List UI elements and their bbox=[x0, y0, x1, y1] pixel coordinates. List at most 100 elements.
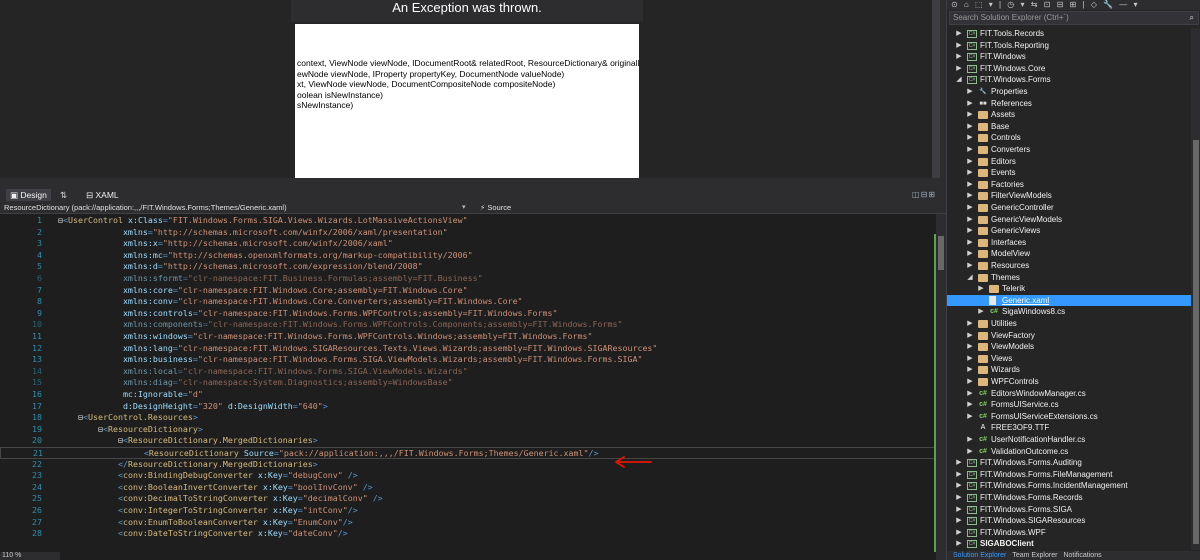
split-layout-icon[interactable]: ◫⊟⊞ bbox=[912, 190, 936, 199]
designer-scrollbar[interactable] bbox=[932, 0, 940, 178]
code-line[interactable]: 9 xmlns:controls="clr-namespace:FIT.Wind… bbox=[0, 308, 936, 320]
tree-node[interactable]: ▶ C# FIT.Windows.Forms.Auditing bbox=[947, 457, 1191, 469]
code-line[interactable]: 20 ⊟<ResourceDictionary.MergedDictionari… bbox=[0, 435, 936, 447]
collapsed-arrow-icon[interactable]: ▶ bbox=[966, 248, 974, 260]
collapsed-arrow-icon[interactable]: ▶ bbox=[966, 202, 974, 214]
code-line[interactable]: 16 mc:Ignorable="d" bbox=[0, 389, 936, 401]
tree-node[interactable]: ▶ Events bbox=[947, 167, 1191, 179]
zoom-level[interactable]: 110 % bbox=[0, 552, 60, 560]
collapsed-arrow-icon[interactable]: ▶ bbox=[966, 109, 974, 121]
tree-node[interactable]: ▶ c# FormsUIServiceExtensions.cs bbox=[947, 411, 1191, 423]
code-line[interactable]: 22 </ResourceDictionary.MergedDictionari… bbox=[0, 459, 936, 471]
code-line[interactable]: 23 <conv:BindingDebugConverter x:Key="de… bbox=[0, 470, 936, 482]
collapsed-arrow-icon[interactable]: ▶ bbox=[966, 330, 974, 342]
explorer-tab[interactable]: Team Explorer bbox=[1012, 552, 1057, 559]
tab-xaml[interactable]: ⊟ XAML bbox=[82, 189, 123, 201]
code-line[interactable]: 6 xmlns:sformt="clr-namespace:FIT.Busine… bbox=[0, 273, 936, 285]
expanded-arrow-icon[interactable]: ◢ bbox=[955, 74, 963, 86]
tree-node[interactable]: Generic.xaml bbox=[947, 294, 1191, 307]
tree-node[interactable]: ▶ Assets bbox=[947, 109, 1191, 121]
code-line[interactable]: 10 xmlns:components="clr-namespace:FIT.W… bbox=[0, 319, 936, 331]
tree-node[interactable]: ▶ Telerik bbox=[947, 283, 1191, 295]
collapsed-arrow-icon[interactable]: ▶ bbox=[955, 515, 963, 527]
tree-node[interactable]: ▶ FilterViewModels bbox=[947, 190, 1191, 202]
collapsed-arrow-icon[interactable]: ▶ bbox=[977, 283, 985, 295]
tree-node[interactable]: ▶ c# ValidationOutcome.cs bbox=[947, 446, 1191, 458]
tab-design[interactable]: ▣ Design bbox=[6, 189, 51, 201]
code-line[interactable]: 28 <conv:DateToStringConverter x:Key="da… bbox=[0, 528, 936, 540]
code-line-current[interactable]: 21 <ResourceDictionary Source="pack://ap… bbox=[0, 447, 936, 459]
tree-node[interactable]: ▶ C# FIT.Windows.Forms.FileManagement bbox=[947, 469, 1191, 481]
code-line[interactable]: 7 xmlns:core="clr-namespace:FIT.Windows.… bbox=[0, 285, 936, 297]
collapsed-arrow-icon[interactable]: ▶ bbox=[966, 179, 974, 191]
collapsed-arrow-icon[interactable]: ▶ bbox=[966, 399, 974, 411]
collapsed-arrow-icon[interactable]: ▶ bbox=[955, 63, 963, 75]
code-line[interactable]: 11 xmlns:windows="clr-namespace:FIT.Wind… bbox=[0, 331, 936, 343]
collapsed-arrow-icon[interactable]: ▶ bbox=[966, 86, 974, 98]
code-line[interactable]: 3 xmlns:x="http://schemas.microsoft.com/… bbox=[0, 238, 936, 250]
code-line[interactable]: 4 xmlns:mc="http://schemas.openxmlformat… bbox=[0, 250, 936, 262]
code-line[interactable]: 24 <conv:BooleanInvertConverter x:Key="b… bbox=[0, 482, 936, 494]
collapsed-arrow-icon[interactable]: ▶ bbox=[955, 28, 963, 40]
collapsed-arrow-icon[interactable]: ▶ bbox=[955, 457, 963, 469]
collapsed-arrow-icon[interactable]: ▶ bbox=[966, 364, 974, 376]
collapsed-arrow-icon[interactable]: ▶ bbox=[955, 40, 963, 52]
collapsed-arrow-icon[interactable]: ▶ bbox=[966, 121, 974, 133]
tree-node[interactable]: ▶ c# UserNotificationHandler.cs bbox=[947, 434, 1191, 446]
code-line[interactable]: 8 xmlns:conv="clr-namespace:FIT.Windows.… bbox=[0, 296, 936, 308]
tree-node[interactable]: ▶ c# SigaWindows8.cs bbox=[947, 306, 1191, 318]
xaml-code-editor[interactable]: 1 ⊟<UserControl x:Class="FIT.Windows.Form… bbox=[0, 214, 946, 560]
tree-node[interactable]: ▶ C# FIT.Windows.Forms.IncidentManagement bbox=[947, 480, 1191, 492]
collapsed-arrow-icon[interactable]: ▶ bbox=[966, 434, 974, 446]
collapsed-arrow-icon[interactable]: ▶ bbox=[966, 388, 974, 400]
code-line[interactable]: 18 ⊟<UserControl.Resources> bbox=[0, 412, 936, 424]
collapsed-arrow-icon[interactable]: ▶ bbox=[955, 492, 963, 504]
collapsed-arrow-icon[interactable]: ▶ bbox=[966, 260, 974, 272]
tree-node[interactable]: ▶ ModelView bbox=[947, 248, 1191, 260]
tree-node[interactable]: ▶ GenericViewModels bbox=[947, 214, 1191, 226]
collapsed-arrow-icon[interactable]: ▶ bbox=[966, 341, 974, 353]
tree-node[interactable]: ▶ Resources bbox=[947, 260, 1191, 272]
collapsed-arrow-icon[interactable]: ▶ bbox=[977, 306, 985, 318]
tree-node[interactable]: ▶ C# FIT.Windows.Forms.SIGA bbox=[947, 504, 1191, 516]
collapsed-arrow-icon[interactable]: ▶ bbox=[966, 167, 974, 179]
collapsed-arrow-icon[interactable]: ▶ bbox=[955, 469, 963, 481]
explorer-tab[interactable]: Notifications bbox=[1063, 552, 1101, 559]
tree-node[interactable]: ◢ Themes bbox=[947, 272, 1191, 284]
collapsed-arrow-icon[interactable]: ▶ bbox=[955, 480, 963, 492]
collapsed-arrow-icon[interactable]: ▶ bbox=[966, 144, 974, 156]
code-line[interactable]: 15 xmlns:diag="clr-namespace:System.Diag… bbox=[0, 377, 936, 389]
code-line[interactable]: 19 ⊟<ResourceDictionary> bbox=[0, 424, 936, 436]
code-line[interactable]: 17 d:DesignHeight="320" d:DesignWidth="6… bbox=[0, 401, 936, 413]
code-line[interactable]: 26 <conv:IntegerToStringConverter x:Key=… bbox=[0, 505, 936, 517]
collapsed-arrow-icon[interactable]: ▶ bbox=[966, 214, 974, 226]
tree-node[interactable]: ▶ WPFControls bbox=[947, 376, 1191, 388]
collapsed-arrow-icon[interactable]: ▶ bbox=[966, 237, 974, 249]
collapsed-arrow-icon[interactable]: ▶ bbox=[955, 504, 963, 516]
tree-node[interactable]: ▶ Wizards bbox=[947, 364, 1191, 376]
tree-node[interactable]: A FREE3OF9.TTF bbox=[947, 422, 1191, 434]
tree-node[interactable]: ▶ C# FIT.Windows.Core bbox=[947, 63, 1191, 75]
editor-scrollbar-thumb[interactable] bbox=[938, 236, 944, 270]
tree-node[interactable]: ▶ Views bbox=[947, 353, 1191, 365]
swap-panes-icon[interactable]: ⇅ bbox=[56, 189, 71, 201]
pane-splitter[interactable] bbox=[0, 178, 946, 188]
tree-node[interactable]: ▶ Editors bbox=[947, 156, 1191, 168]
collapsed-arrow-icon[interactable]: ▶ bbox=[955, 51, 963, 63]
collapsed-arrow-icon[interactable]: ▶ bbox=[966, 411, 974, 423]
tree-node[interactable]: ▶ Factories bbox=[947, 179, 1191, 191]
solution-explorer-toolbar[interactable]: ⊙ ⌂ ⬚ ▾ | ◷ ▾ ⇆ ⊡ ⊟ ⊞ | ◇ 🔧 — ▾ bbox=[947, 0, 1200, 10]
tree-node[interactable]: ▶ ViewFactory bbox=[947, 330, 1191, 342]
element-dropdown[interactable]: ResourceDictionary (pack://application:,… bbox=[4, 203, 470, 213]
solution-search-input[interactable]: Search Solution Explorer (Ctrl+´) ⌕ bbox=[949, 11, 1199, 25]
code-line[interactable]: 2 xmlns="http://schemas.microsoft.com/wi… bbox=[0, 227, 936, 239]
tree-node[interactable]: ▶ Interfaces bbox=[947, 237, 1191, 249]
tree-node[interactable]: ▶ GenericController bbox=[947, 202, 1191, 214]
tree-node[interactable]: ▶ C# FIT.Windows.WPF bbox=[947, 527, 1191, 539]
tree-scrollbar-thumb[interactable] bbox=[1193, 140, 1199, 544]
search-icon[interactable]: ⌕ bbox=[1190, 12, 1194, 24]
tree-node[interactable]: ▶ 🔧 Properties bbox=[947, 86, 1191, 98]
tree-node[interactable]: ◢ C# FIT.Windows.Forms bbox=[947, 74, 1191, 86]
tree-node[interactable]: ▶ C# FIT.Windows.Forms.Records bbox=[947, 492, 1191, 504]
tree-node[interactable]: ▶ Controls bbox=[947, 132, 1191, 144]
